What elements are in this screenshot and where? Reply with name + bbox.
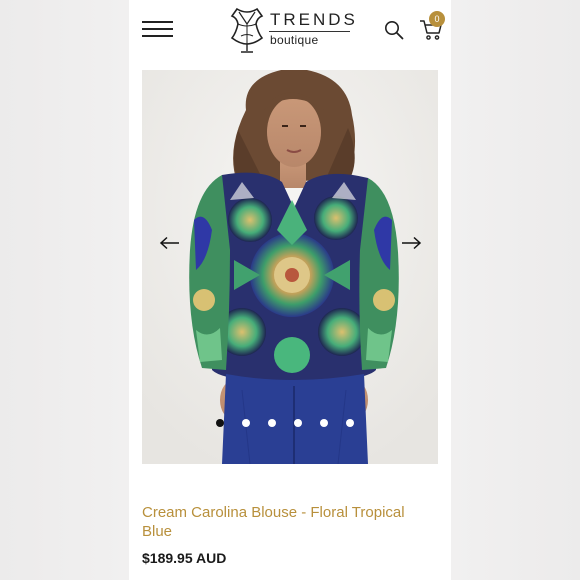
carousel-pagination — [216, 419, 366, 428]
menu-bar — [142, 28, 173, 30]
product-image-carousel[interactable] — [142, 70, 438, 464]
site-header: TRENDS boutique 0 — [129, 0, 451, 62]
carousel-dot[interactable] — [268, 419, 276, 427]
logo-tagline: boutique — [270, 33, 319, 47]
page-backdrop: TRENDS boutique 0 Cream Carolina Blouse … — [0, 0, 580, 580]
product-photo — [142, 70, 438, 464]
arrow-left-icon[interactable] — [159, 236, 181, 250]
cart-count-badge[interactable]: 0 — [429, 11, 445, 27]
arrow-right-icon[interactable] — [400, 236, 422, 250]
carousel-dot[interactable] — [242, 419, 250, 427]
menu-bar — [142, 21, 173, 23]
dress-form-logo-icon — [230, 7, 264, 53]
brand-logo[interactable]: TRENDS boutique — [229, 6, 355, 56]
carousel-dot[interactable] — [346, 419, 354, 427]
mobile-screen: TRENDS boutique 0 Cream Carolina Blouse … — [129, 0, 451, 580]
search-icon[interactable] — [384, 20, 404, 40]
logo-divider — [269, 31, 350, 32]
carousel-dot[interactable] — [216, 419, 224, 427]
product-title[interactable]: Cream Carolina Blouse - Floral Tropical … — [142, 503, 432, 541]
hamburger-menu-icon[interactable] — [142, 20, 173, 38]
product-price: $189.95 AUD — [142, 550, 227, 566]
carousel-dot[interactable] — [294, 419, 302, 427]
logo-wordmark: TRENDS — [270, 10, 358, 29]
menu-bar — [142, 35, 173, 37]
carousel-dot[interactable] — [320, 419, 328, 427]
